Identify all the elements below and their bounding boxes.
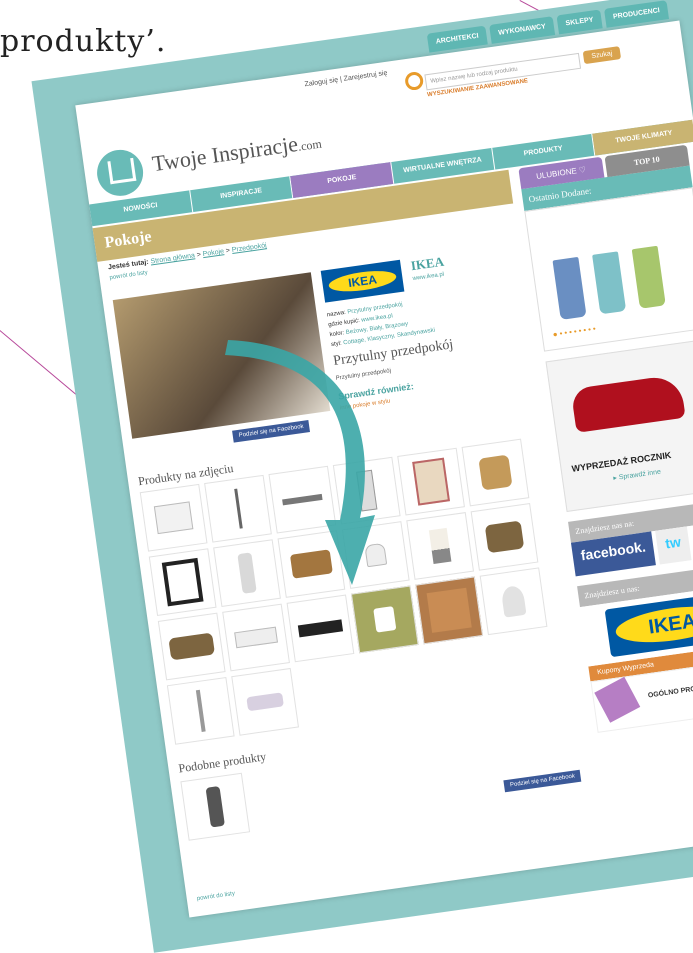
product-cell-sofa-chair[interactable] (470, 503, 539, 571)
sofa-icon (168, 632, 216, 661)
baskets-icon (289, 549, 333, 579)
table-lamp-icon (428, 527, 452, 565)
meta-label-color: kolor: (329, 330, 345, 339)
coat-stand-icon (233, 488, 243, 529)
glass-green-icon[interactable] (631, 245, 666, 309)
see-also-link[interactable]: inne pokoje w stylu (340, 399, 391, 412)
sofa-chair-icon (484, 520, 525, 554)
caption-text: produkty’. (0, 24, 167, 59)
product-cell-rug[interactable] (397, 447, 465, 516)
hooks-icon (282, 493, 323, 506)
promo-text: OGÓLNO PRO (647, 685, 693, 700)
floor-lamp-icon (195, 689, 206, 732)
flooring-icon (426, 587, 472, 633)
logo-name: Twoje Inspiracje (150, 130, 300, 177)
paint-can-icon (373, 606, 397, 633)
product-cell-coffee-table[interactable] (286, 594, 355, 663)
room-photo[interactable] (112, 272, 331, 439)
ikea-logo[interactable]: IKEA (320, 259, 405, 303)
product-cell-mirror[interactable] (332, 456, 401, 525)
recent-box: ●•••••••• (524, 187, 693, 352)
tilted-web-page: ARCHITEKCI WYKONAWCY SKLEPY PRODUCENCI Z… (31, 0, 693, 953)
product-cell-wall-lamp[interactable] (341, 521, 410, 589)
logo-suffix: .com (297, 136, 323, 154)
cushion-icon (246, 692, 284, 712)
vase-icon-2 (205, 786, 225, 828)
vase-icon (237, 552, 257, 594)
ikea-banner-logo: IKEA (604, 591, 693, 658)
glass-blue-icon[interactable] (552, 256, 587, 320)
product-cell-vase[interactable] (213, 539, 281, 607)
product-cell-glass-lamp[interactable] (479, 567, 548, 636)
rug-icon (412, 457, 450, 506)
facebook-share-button-2[interactable]: Podziel się na Facebook (503, 769, 582, 793)
search-button[interactable]: Szukaj (582, 46, 622, 65)
car-ad[interactable]: WYPRZEDAŻ ROCZNIK ▸ Sprawdź inne (545, 337, 693, 513)
product-subtitle: Przytulny przedpokój (335, 368, 392, 382)
site-logo[interactable]: Twoje Inspiracje.com (150, 128, 323, 177)
carousel-dots[interactable]: ●•••••••• (552, 324, 598, 339)
glass-teal-icon[interactable] (592, 251, 627, 315)
product-cell-paint[interactable] (350, 585, 419, 654)
products-grid (139, 438, 562, 745)
meta-label-style: styl: (330, 340, 343, 349)
brand-name: IKEA (409, 253, 445, 274)
similar-heading: Podobne produkty (177, 749, 268, 776)
promo-ribbon (594, 676, 641, 723)
house-icon (107, 157, 137, 185)
wall-lamp-icon (364, 542, 388, 568)
register-link[interactable]: Zarejestruj się (343, 70, 388, 83)
product-cell-baskets[interactable] (277, 530, 346, 598)
product-cell-coat-stand[interactable] (204, 474, 272, 543)
product-cell-hooks[interactable] (268, 465, 337, 534)
product-cell-floor-lamp[interactable] (166, 676, 235, 745)
ad-link[interactable]: ▸ Sprawdź inne (613, 468, 661, 483)
product-cell-flooring[interactable] (415, 576, 484, 645)
armchair-icon (478, 454, 513, 491)
car-image (570, 373, 686, 433)
frame-icon (161, 557, 204, 607)
product-cell-cabinet[interactable] (139, 483, 208, 552)
see-also-heading: Sprawdź również: (337, 381, 415, 402)
product-cell-frame[interactable] (148, 548, 217, 617)
twitter-link[interactable]: tw (655, 526, 692, 565)
coffee-table-icon (297, 619, 344, 638)
mirror-icon (356, 469, 378, 512)
breadcrumb-hallway[interactable]: Przedpokój (231, 242, 267, 254)
login-link[interactable]: Zaloguj się (304, 77, 339, 89)
boxes-icon (234, 626, 278, 649)
product-cell-table-lamp[interactable] (406, 512, 475, 580)
ikea-banner-word: IKEA (613, 600, 693, 649)
search-icon (404, 70, 425, 92)
back-link-bottom[interactable]: powrót do listy (197, 891, 236, 902)
login-links: Zaloguj się | Zarejestruj się (304, 69, 388, 89)
product-cell-cushion[interactable] (231, 667, 300, 736)
breadcrumb-rooms[interactable]: Pokoje (202, 248, 224, 258)
ikea-logo-word: IKEA (327, 267, 398, 295)
cabinet-icon (153, 501, 194, 535)
product-cell-sofa[interactable] (157, 612, 226, 681)
facebook-share-button[interactable]: Podziel się na Facebook (232, 420, 311, 443)
glass-lamp-icon (500, 584, 527, 618)
product-cell-boxes[interactable] (222, 603, 290, 672)
product-cell-armchair[interactable] (461, 438, 530, 507)
similar-product-vase[interactable] (180, 772, 251, 841)
